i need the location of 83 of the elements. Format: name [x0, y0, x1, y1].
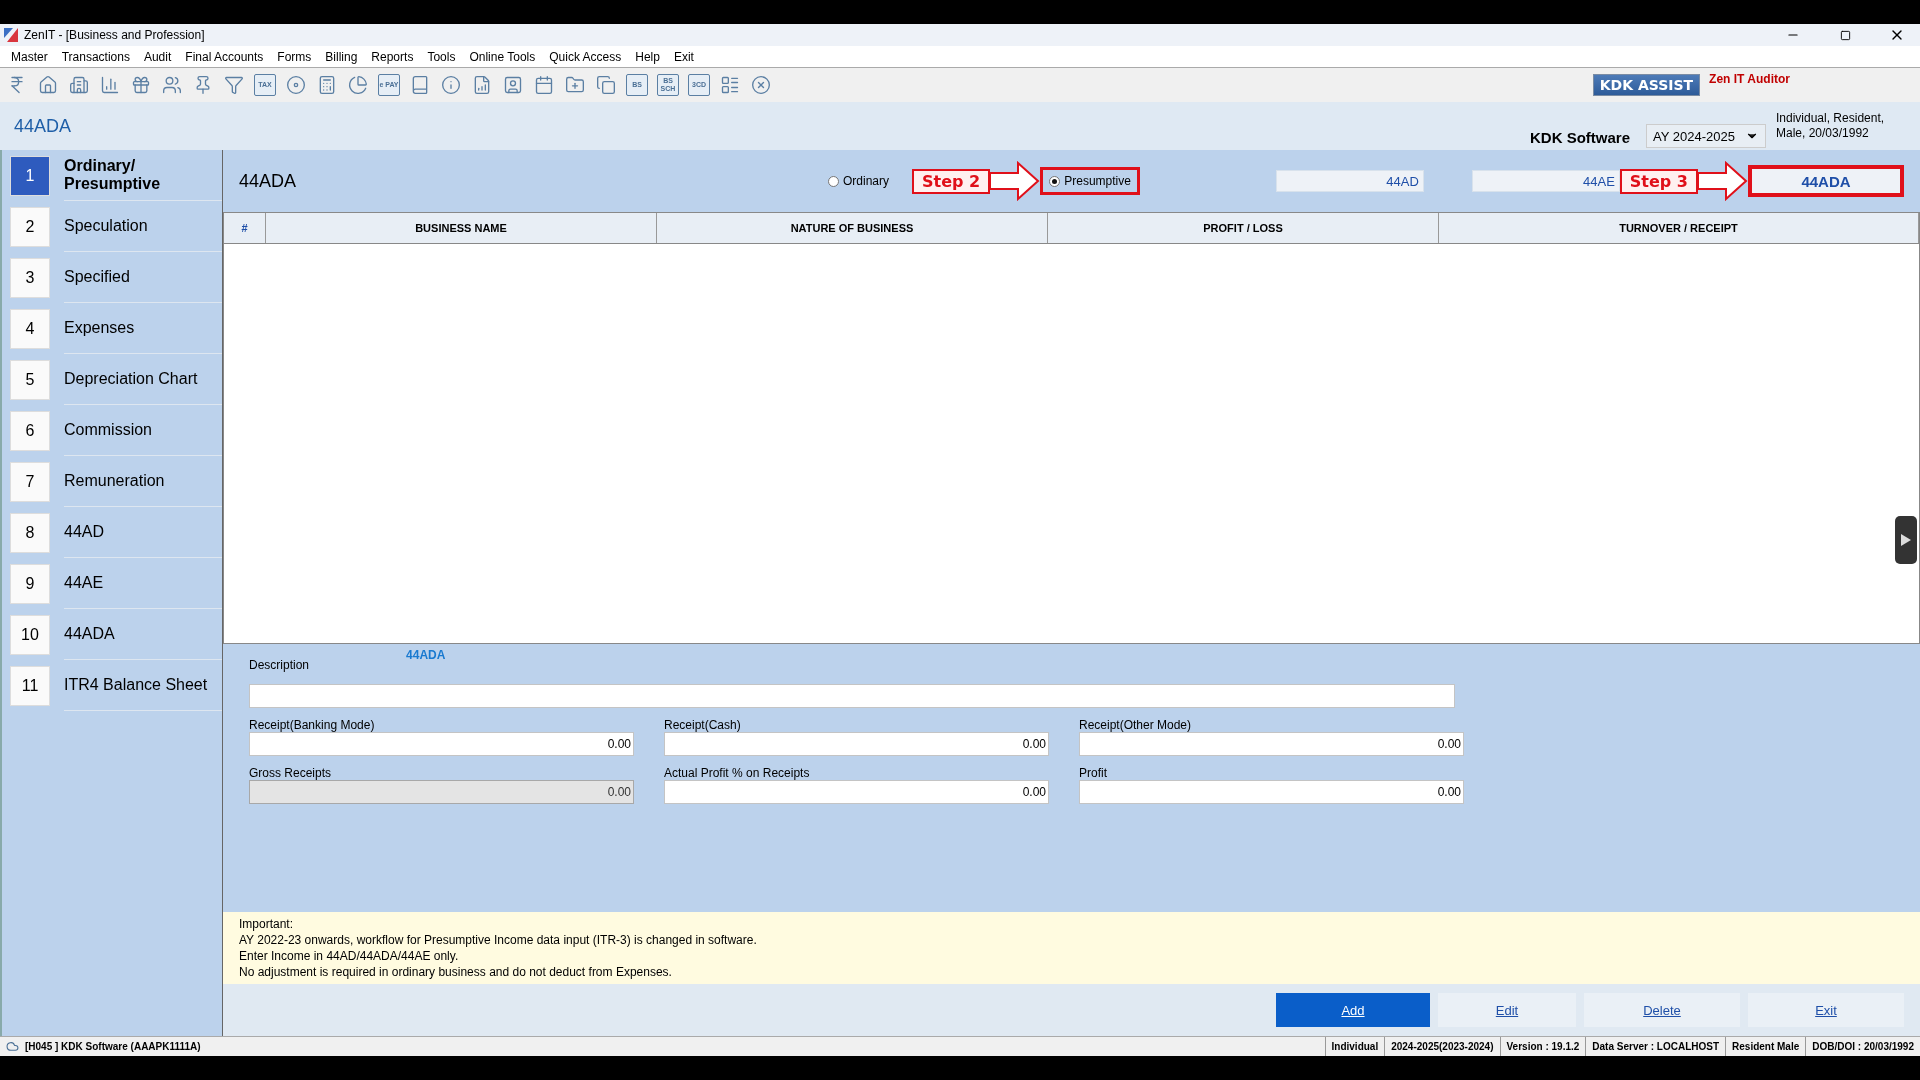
radio-option[interactable]: Presumptive: [1040, 167, 1140, 195]
sidebar-item[interactable]: 8 44AD: [2, 507, 222, 558]
app-logo-icon: [4, 28, 18, 42]
menu-item[interactable]: Reports: [364, 49, 421, 64]
cloud-icon: [6, 1040, 19, 1053]
column-header: TURNOVER / RECEIPT: [1439, 213, 1919, 243]
status-cell: Data Server : LOCALHOST: [1585, 1037, 1726, 1056]
column-header: NATURE OF BUSINESS: [657, 213, 1048, 243]
panel-title: 44ADA: [239, 170, 298, 192]
sidebar-item[interactable]: 4 Expenses: [2, 303, 222, 354]
scroll-handle[interactable]: [1895, 516, 1917, 564]
section-tab[interactable]: 44AE: [1471, 170, 1620, 192]
menu-item[interactable]: Forms: [270, 49, 319, 64]
section-tab[interactable]: 44ADA: [1748, 165, 1904, 197]
status-cell: Version : 19.1.2: [1499, 1037, 1586, 1056]
step-label: Step 3: [1619, 168, 1698, 194]
notice-text: Enter Income in 44AD/44ADA/44AE only.: [239, 948, 460, 964]
copy-icon[interactable]: [595, 73, 617, 97]
radio-option[interactable]: Ordinary: [819, 167, 898, 195]
pie-chart-icon[interactable]: [347, 73, 369, 97]
sidebar-item[interactable]: 3 Specified: [2, 252, 222, 303]
step-label: Step 2: [912, 168, 991, 194]
menu-item[interactable]: Master: [4, 49, 55, 64]
column-header: PROFIT / LOSS: [1048, 213, 1439, 243]
menu-item[interactable]: Billing: [318, 49, 365, 64]
menu-item[interactable]: Quick Access: [542, 49, 629, 64]
status-cell: Individual: [1324, 1037, 1385, 1056]
sidebar-item[interactable]: 11 ITR4 Balance Sheet: [2, 660, 222, 711]
menu-item[interactable]: Tools: [420, 49, 463, 64]
window-title: ZenIT - [Business and Profession]: [24, 28, 206, 42]
sidebar-item[interactable]: 1 Ordinary/ Presumptive: [2, 150, 222, 201]
field-label: Profit: [1079, 766, 1108, 780]
info-icon[interactable]: [440, 73, 462, 97]
field-label: Actual Profit % on Receipts: [664, 766, 811, 780]
sidebar-item[interactable]: 7 Remuneration: [2, 456, 222, 507]
action-button[interactable]: Edit: [1438, 993, 1576, 1027]
menu-item[interactable]: Online Tools: [462, 49, 543, 64]
description-field[interactable]: [249, 684, 1455, 708]
restore-icon[interactable]: [1839, 29, 1851, 41]
amount-field[interactable]: 0.00: [1079, 732, 1464, 756]
amount-field[interactable]: 0.00: [664, 732, 1049, 756]
assist-button[interactable]: KDK ASSIST: [1592, 74, 1701, 96]
page-title: 44ADA: [14, 115, 73, 137]
calendar-icon[interactable]: [533, 73, 555, 97]
field-label: Receipt(Cash): [664, 718, 742, 732]
amount-field[interactable]: 0.00: [249, 732, 634, 756]
status-cell: 2024-2025(2023-2024): [1384, 1037, 1500, 1056]
status-cell: DOB/DOI : 20/03/1992: [1805, 1037, 1920, 1056]
section-label: 44ADA: [406, 648, 446, 662]
status-cell: [H045 ] KDK Software (AAAPK1111A): [0, 1037, 1325, 1056]
column-header: #: [224, 213, 266, 243]
sidebar-item[interactable]: 2 Speculation: [2, 201, 222, 252]
auditor-link[interactable]: Zen IT Auditor: [1709, 72, 1790, 86]
amount-field[interactable]: 0.00: [664, 780, 1049, 804]
action-button[interactable]: Add: [1276, 993, 1430, 1027]
field-label: Receipt(Other Mode): [1079, 718, 1193, 732]
section-tab[interactable]: 44AD: [1275, 170, 1424, 192]
sidebar-item[interactable]: 10 44ADA: [2, 609, 222, 660]
year-dropdown[interactable]: AY 2024-2025: [1646, 124, 1766, 148]
menu-item[interactable]: Transactions: [54, 49, 137, 64]
menu-item[interactable]: Final Accounts: [178, 49, 271, 64]
menu-item[interactable]: Exit: [666, 49, 701, 64]
column-header: BUSINESS NAME: [266, 213, 657, 243]
sidebar-item[interactable]: 5 Depreciation Chart: [2, 354, 222, 405]
action-button[interactable]: Delete: [1584, 993, 1740, 1027]
menu-item[interactable]: Help: [628, 49, 667, 64]
amount-field[interactable]: 0.00: [1079, 780, 1464, 804]
arrow-icon: [990, 161, 1041, 201]
status-cell: Resident Male: [1725, 1037, 1806, 1056]
sidebar-item[interactable]: 9 44AE: [2, 558, 222, 609]
notice-text: AY 2022-23 onwards, workflow for Presumptive Income data input (ITR-3) is changed in software.: [239, 932, 758, 948]
field-label: Gross Receipts: [249, 766, 333, 780]
field-label: Receipt(Banking Mode): [249, 718, 376, 732]
field-label: Description: [249, 658, 310, 672]
menu-item[interactable]: Audit: [136, 49, 179, 64]
notice-text: No adjustment is required in ordinary business and do not deduct from Expenses.: [239, 964, 673, 980]
profile-info: Individual, Resident, Male, 20/03/1992: [1776, 111, 1886, 141]
disc-icon[interactable]: [285, 73, 307, 97]
sidebar-item[interactable]: 6 Commission: [2, 405, 222, 456]
notice-text: Important:: [239, 916, 295, 932]
company-name: KDK Software: [1530, 129, 1630, 146]
arrow-icon: [1698, 161, 1748, 201]
action-button[interactable]: Exit: [1748, 993, 1904, 1027]
